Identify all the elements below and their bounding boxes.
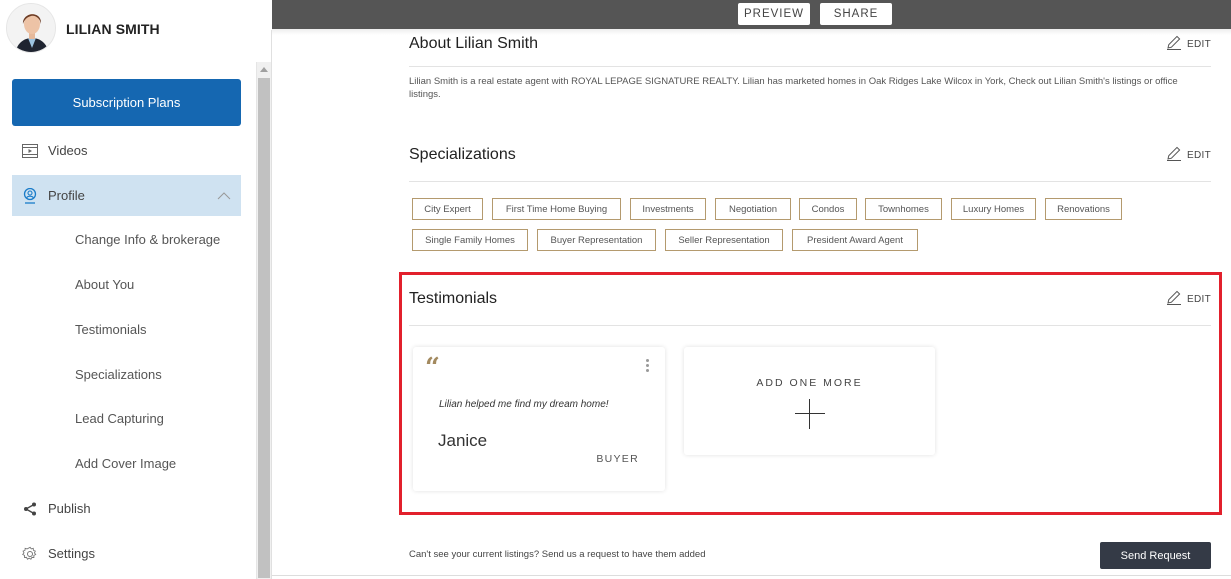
about-edit-button[interactable]: EDIT xyxy=(1166,34,1211,50)
share-button[interactable]: SHARE xyxy=(820,3,892,25)
divider xyxy=(271,30,272,579)
pencil-icon xyxy=(1167,35,1181,50)
testimonial-card[interactable]: “ Lilian helped me find my dream home! J… xyxy=(413,347,665,491)
edit-label: EDIT xyxy=(1187,150,1211,161)
listings-request-text: Can't see your current listings? Send us… xyxy=(409,549,706,560)
specialization-tag[interactable]: Condos xyxy=(799,198,857,220)
add-testimonial-card[interactable]: ADD ONE MORE xyxy=(684,347,935,455)
send-request-button[interactable]: Send Request xyxy=(1100,542,1211,569)
sidebar-subitem-change-info[interactable]: Change Info & brokerage xyxy=(75,232,220,247)
sidebar-subitem-lead-capturing[interactable]: Lead Capturing xyxy=(75,411,164,426)
specialization-tag[interactable]: First Time Home Buying xyxy=(492,198,621,220)
testimonial-author: Janice xyxy=(438,431,488,450)
sidebar-item-profile[interactable]: Profile xyxy=(12,175,241,216)
chevron-up-icon[interactable] xyxy=(217,187,231,205)
scroll-up-arrow[interactable] xyxy=(260,67,268,72)
specialization-tag[interactable]: Luxury Homes xyxy=(951,198,1036,220)
sidebar-item-publish[interactable]: Publish xyxy=(12,488,241,529)
pencil-icon xyxy=(1167,290,1181,305)
share-icon xyxy=(12,502,48,516)
specialization-tag[interactable]: Investments xyxy=(630,198,706,220)
sidebar-item-label: Videos xyxy=(48,143,88,158)
sidebar-subitem-add-cover-image[interactable]: Add Cover Image xyxy=(75,456,176,471)
plus-icon xyxy=(795,399,825,429)
sidebar: LILIAN SMITH Subscription Plans Videos P… xyxy=(0,0,256,579)
testimonial-role: BUYER xyxy=(596,453,639,465)
testimonials-edit-button[interactable]: EDIT xyxy=(1166,289,1211,305)
specialization-tag[interactable]: Seller Representation xyxy=(665,229,783,251)
specialization-tag[interactable]: Buyer Representation xyxy=(537,229,656,251)
avatar[interactable] xyxy=(6,3,56,53)
sidebar-item-settings[interactable]: Settings xyxy=(12,533,241,574)
sidebar-subitem-testimonials[interactable]: Testimonials xyxy=(75,322,147,337)
testimonials-title: Testimonials xyxy=(409,290,498,307)
about-title: About Lilian Smith xyxy=(409,35,538,52)
top-bar: PREVIEW SHARE xyxy=(272,0,1231,29)
specialization-tag[interactable]: Townhomes xyxy=(865,198,942,220)
sidebar-scrollbar[interactable] xyxy=(256,62,271,579)
specializations-edit-button[interactable]: EDIT xyxy=(1166,145,1211,161)
divider xyxy=(409,66,1211,67)
profile-icon xyxy=(12,187,48,204)
user-name: LILIAN SMITH xyxy=(66,21,160,37)
quote-icon: “ xyxy=(425,353,440,383)
edit-label: EDIT xyxy=(1187,39,1211,50)
add-one-more-label: ADD ONE MORE xyxy=(756,377,863,389)
sidebar-subitem-specializations[interactable]: Specializations xyxy=(75,367,162,382)
subscription-plans-button[interactable]: Subscription Plans xyxy=(12,79,241,126)
divider xyxy=(272,575,1231,576)
about-text: Lilian Smith is a real estate agent with… xyxy=(409,76,1178,100)
divider xyxy=(409,325,1211,326)
testimonial-quote: Lilian helped me find my dream home! xyxy=(439,399,609,410)
divider xyxy=(409,181,1211,182)
sidebar-item-videos[interactable]: Videos xyxy=(12,130,241,171)
video-icon xyxy=(12,143,48,158)
scroll-thumb[interactable] xyxy=(258,78,270,578)
specialization-tag[interactable]: Single Family Homes xyxy=(412,229,528,251)
user-header: LILIAN SMITH xyxy=(0,0,256,60)
pencil-icon xyxy=(1167,146,1181,161)
specialization-tag[interactable]: Renovations xyxy=(1045,198,1122,220)
gear-icon xyxy=(12,546,48,562)
more-options-icon[interactable] xyxy=(646,359,649,372)
preview-button[interactable]: PREVIEW xyxy=(738,3,810,25)
edit-label: EDIT xyxy=(1187,294,1211,305)
sidebar-item-label: Publish xyxy=(48,501,91,516)
specialization-tag[interactable]: City Expert xyxy=(412,198,483,220)
specialization-tag[interactable]: President Award Agent xyxy=(792,229,918,251)
sidebar-item-label: Settings xyxy=(48,546,95,561)
specializations-title: Specializations xyxy=(409,146,516,163)
sidebar-item-label: Profile xyxy=(48,188,85,203)
specialization-tag[interactable]: Negotiation xyxy=(715,198,791,220)
sidebar-subitem-about-you[interactable]: About You xyxy=(75,277,134,292)
